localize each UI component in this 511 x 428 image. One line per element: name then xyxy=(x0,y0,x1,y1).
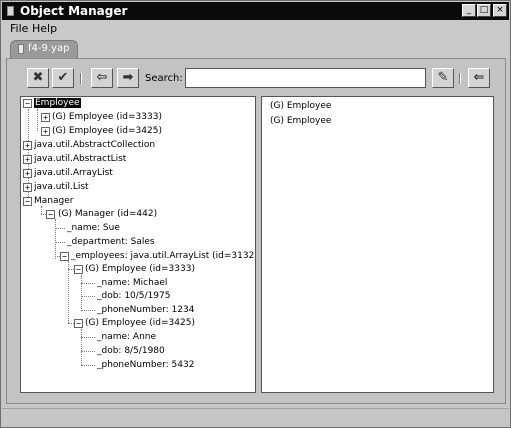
object-manager-window: Object Manager _ □ × File Help f4-9.yap … xyxy=(0,0,511,428)
title-bar[interactable]: Object Manager _ □ × xyxy=(2,2,509,20)
expand-toggle[interactable]: + xyxy=(23,141,32,150)
tree-node-list[interactable]: java.util.List xyxy=(34,181,89,194)
expand-toggle[interactable]: + xyxy=(41,113,50,122)
tree-node-field[interactable]: _phoneNumber: 1234 xyxy=(97,304,194,317)
tree-node-abstract-list[interactable]: java.util.AbstractList xyxy=(34,153,126,166)
collapse-toggle[interactable]: − xyxy=(74,265,83,274)
tree-node-field[interactable]: _department: Sales xyxy=(67,236,155,249)
menu-help[interactable]: Help xyxy=(32,22,57,35)
tree-connector xyxy=(55,228,65,229)
search-label: Search: xyxy=(145,73,183,84)
tree-node-employee-3425[interactable]: (G) Employee (id=3425) xyxy=(52,125,162,138)
tree-node-label: Employee xyxy=(34,98,81,108)
menu-bar: File Help xyxy=(2,20,509,38)
results-list[interactable]: (G) Employee (G) Employee xyxy=(261,96,494,393)
search-go-button[interactable]: ✎ xyxy=(432,68,454,88)
tree-node-employee[interactable]: Employee xyxy=(34,97,81,110)
tree-connector xyxy=(81,310,95,311)
status-bar xyxy=(2,408,509,427)
tree-connector xyxy=(81,337,95,338)
tree-connector xyxy=(81,283,95,284)
collapse-toggle[interactable]: − xyxy=(60,252,69,261)
tree-node-employee-3333[interactable]: (G) Employee (id=3333) xyxy=(52,111,162,124)
tree-node-manager-442[interactable]: (G) Manager (id=442) xyxy=(58,208,157,221)
back-button[interactable]: ⇦ xyxy=(91,68,113,88)
list-item[interactable]: (G) Employee xyxy=(270,100,331,113)
expand-toggle[interactable]: + xyxy=(23,183,32,192)
toolbar-separator xyxy=(80,73,82,84)
tree-node-employees-list[interactable]: _employees: java.util.ArrayList (id=3132… xyxy=(71,250,255,263)
tree-connector xyxy=(81,365,95,366)
commit-button[interactable]: ✔ xyxy=(52,68,74,88)
expand-toggle[interactable]: + xyxy=(23,169,32,178)
window-title: Object Manager xyxy=(20,4,128,18)
tab-label: f4-9.yap xyxy=(28,43,70,54)
app-icon xyxy=(7,6,14,16)
file-icon xyxy=(18,44,24,54)
tree-connector xyxy=(81,351,95,352)
tree-node-field[interactable]: _phoneNumber: 5432 xyxy=(97,359,194,372)
minimize-button[interactable]: _ xyxy=(462,4,476,17)
main-panel: ✖ ✔ ⇦ ➡ Search: ✎ ⇐ − Employee + (G) Emp… xyxy=(6,58,506,404)
tree-node-employee-3333[interactable]: (G) Employee (id=3333) xyxy=(85,263,195,276)
list-item[interactable]: (G) Employee xyxy=(270,115,331,128)
collapse-toggle[interactable]: − xyxy=(23,197,32,206)
tree-connector xyxy=(81,275,82,311)
tree-node-array-list[interactable]: java.util.ArrayList xyxy=(34,167,113,180)
tree-node-field[interactable]: _dob: 10/5/1975 xyxy=(97,290,170,303)
maximize-button[interactable]: □ xyxy=(477,4,491,17)
tree-node-field[interactable]: _name: Michael xyxy=(97,277,167,290)
tree-connector xyxy=(81,329,82,365)
tree-node-employee-3425[interactable]: (G) Employee (id=3425) xyxy=(85,317,195,330)
expand-toggle[interactable]: + xyxy=(41,127,50,136)
collapse-toggle[interactable]: − xyxy=(23,99,32,108)
forward-button[interactable]: ➡ xyxy=(117,68,139,88)
tree-connector xyxy=(55,219,56,259)
collapse-toggle[interactable]: − xyxy=(46,210,55,219)
tree-node-field[interactable]: _name: Anne xyxy=(97,331,156,344)
search-input[interactable] xyxy=(185,68,426,88)
tree-connector xyxy=(37,109,38,131)
close-button[interactable]: × xyxy=(493,4,507,17)
expand-toggle[interactable]: + xyxy=(23,155,32,164)
tree-connector xyxy=(81,296,95,297)
tree-node-field[interactable]: _dob: 8/5/1980 xyxy=(97,345,165,358)
menu-file[interactable]: File xyxy=(10,22,28,35)
collapse-toggle[interactable]: − xyxy=(74,319,83,328)
delete-button[interactable]: ✖ xyxy=(27,68,49,88)
tab-strip: f4-9.yap xyxy=(2,38,509,58)
toolbar-separator xyxy=(459,73,461,84)
tree-node-field[interactable]: _name: Sue xyxy=(67,222,120,235)
tree-connector xyxy=(55,242,65,243)
tree-connector xyxy=(68,261,69,323)
tree-node-abstract-collection[interactable]: java.util.AbstractCollection xyxy=(34,139,155,152)
tree-node-manager[interactable]: Manager xyxy=(34,195,73,208)
extra-button[interactable]: ⇐ xyxy=(468,68,490,88)
toolbar: ✖ ✔ ⇦ ➡ Search: ✎ ⇐ xyxy=(7,59,505,97)
object-tree[interactable]: − Employee + (G) Employee (id=3333) + (G… xyxy=(20,96,256,393)
tab-database-file[interactable]: f4-9.yap xyxy=(10,40,78,58)
